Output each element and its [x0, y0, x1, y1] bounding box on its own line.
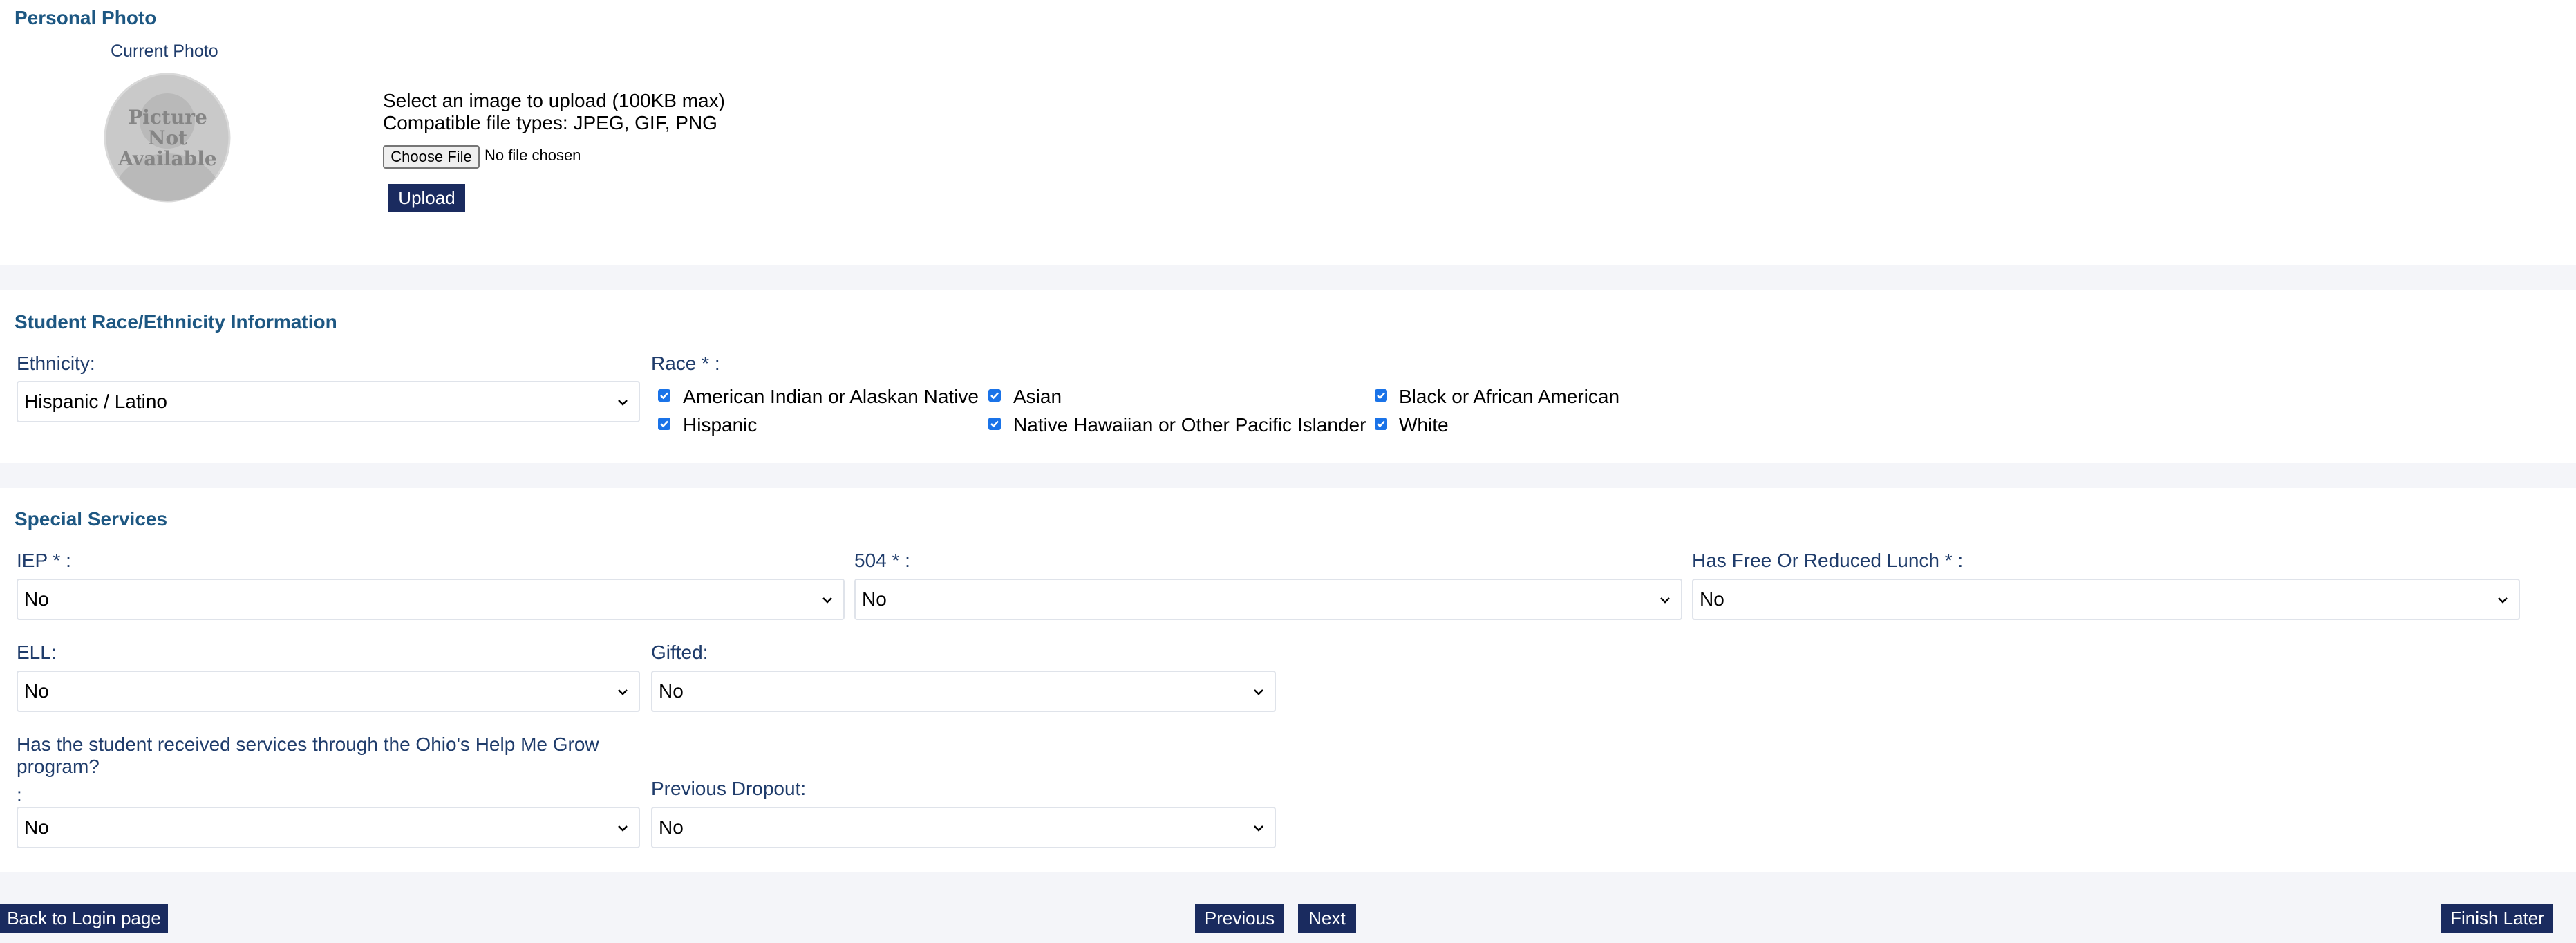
gifted-label: Gifted: — [651, 642, 708, 663]
upload-instructions: Select an image to upload (100KB max) — [383, 90, 725, 111]
special-services-title: Special Services — [15, 508, 168, 530]
race-ethnicity-title: Student Race/Ethnicity Information — [15, 311, 337, 333]
chevron-down-icon — [1254, 825, 1263, 832]
upload-button[interactable]: Upload — [388, 184, 465, 212]
race-label-asian: Asian — [1013, 386, 1062, 407]
check-icon — [660, 420, 668, 428]
previous-dropout-select[interactable]: No — [651, 807, 1276, 848]
iep-label: IEP * : — [17, 550, 71, 571]
check-icon — [1377, 420, 1385, 428]
check-icon — [990, 420, 999, 428]
ethnicity-value: Hispanic / Latino — [24, 391, 168, 412]
previous-button[interactable]: Previous — [1195, 904, 1284, 933]
race-checkbox-black[interactable] — [1375, 389, 1387, 402]
race-checkbox-white[interactable] — [1375, 418, 1387, 430]
chevron-down-icon — [1254, 689, 1263, 695]
check-icon — [990, 392, 999, 400]
chevron-down-icon — [618, 400, 628, 406]
special-services-section: Special Services IEP * : No 504 * : No H… — [0, 488, 2576, 872]
previous-dropout-value: No — [659, 816, 684, 838]
race-label-american-indian: American Indian or Alaskan Native — [683, 386, 979, 407]
current-photo-label: Current Photo — [111, 41, 218, 61]
chevron-down-icon — [2498, 597, 2508, 604]
chevron-down-icon — [822, 597, 832, 604]
finish-later-button[interactable]: Finish Later — [2441, 904, 2553, 933]
personal-photo-section: Personal Photo Current Photo Picture Not… — [0, 0, 2576, 265]
race-label-white: White — [1399, 414, 1449, 436]
free-lunch-select[interactable]: No — [1692, 579, 2520, 620]
race-checkbox-native-hawaiian[interactable] — [988, 418, 1001, 430]
chevron-down-icon — [618, 689, 628, 695]
help-me-grow-label: Has the student received services throug… — [17, 734, 599, 777]
race-checkbox-american-indian[interactable] — [658, 389, 670, 402]
check-icon — [660, 392, 668, 400]
photo-placeholder: Picture Not Available — [104, 73, 232, 203]
race-label: Race * : — [651, 353, 720, 374]
504-label: 504 * : — [854, 550, 910, 571]
help-me-grow-colon: : — [17, 784, 22, 805]
race-label-hispanic: Hispanic — [683, 414, 758, 436]
race-checkbox-hispanic[interactable] — [658, 418, 670, 430]
iep-select[interactable]: No — [17, 579, 845, 620]
next-button[interactable]: Next — [1298, 904, 1356, 933]
race-ethnicity-section: Student Race/Ethnicity Information Ethni… — [0, 290, 2576, 463]
iep-value: No — [24, 588, 49, 610]
help-me-grow-select[interactable]: No — [17, 807, 640, 848]
chevron-down-icon — [1660, 597, 1670, 604]
no-file-chosen-text: No file chosen — [485, 147, 581, 164]
race-label-black: Black or African American — [1399, 386, 1620, 407]
gifted-select[interactable]: No — [651, 671, 1276, 712]
free-lunch-value: No — [1700, 588, 1724, 610]
504-value: No — [862, 588, 887, 610]
personal-photo-title: Personal Photo — [15, 7, 157, 28]
ell-select[interactable]: No — [17, 671, 640, 712]
504-select[interactable]: No — [854, 579, 1682, 620]
ell-value: No — [24, 680, 49, 702]
free-lunch-label: Has Free Or Reduced Lunch * : — [1692, 550, 1964, 571]
race-checkbox-asian[interactable] — [988, 389, 1001, 402]
back-to-login-button[interactable]: Back to Login page — [0, 904, 168, 933]
photo-placeholder-text: Picture Not Available — [118, 106, 217, 170]
chevron-down-icon — [618, 825, 628, 832]
check-icon — [1377, 392, 1385, 400]
choose-file-button[interactable]: Choose File — [383, 145, 480, 169]
race-label-native-hawaiian: Native Hawaiian or Other Pacific Islande… — [1013, 414, 1366, 436]
ell-label: ELL: — [17, 642, 57, 663]
ethnicity-label: Ethnicity: — [17, 353, 95, 374]
ethnicity-select[interactable]: Hispanic / Latino — [17, 381, 640, 422]
gifted-value: No — [659, 680, 684, 702]
help-me-grow-value: No — [24, 816, 49, 838]
previous-dropout-label: Previous Dropout: — [651, 778, 807, 799]
file-types-text: Compatible file types: JPEG, GIF, PNG — [383, 112, 717, 133]
